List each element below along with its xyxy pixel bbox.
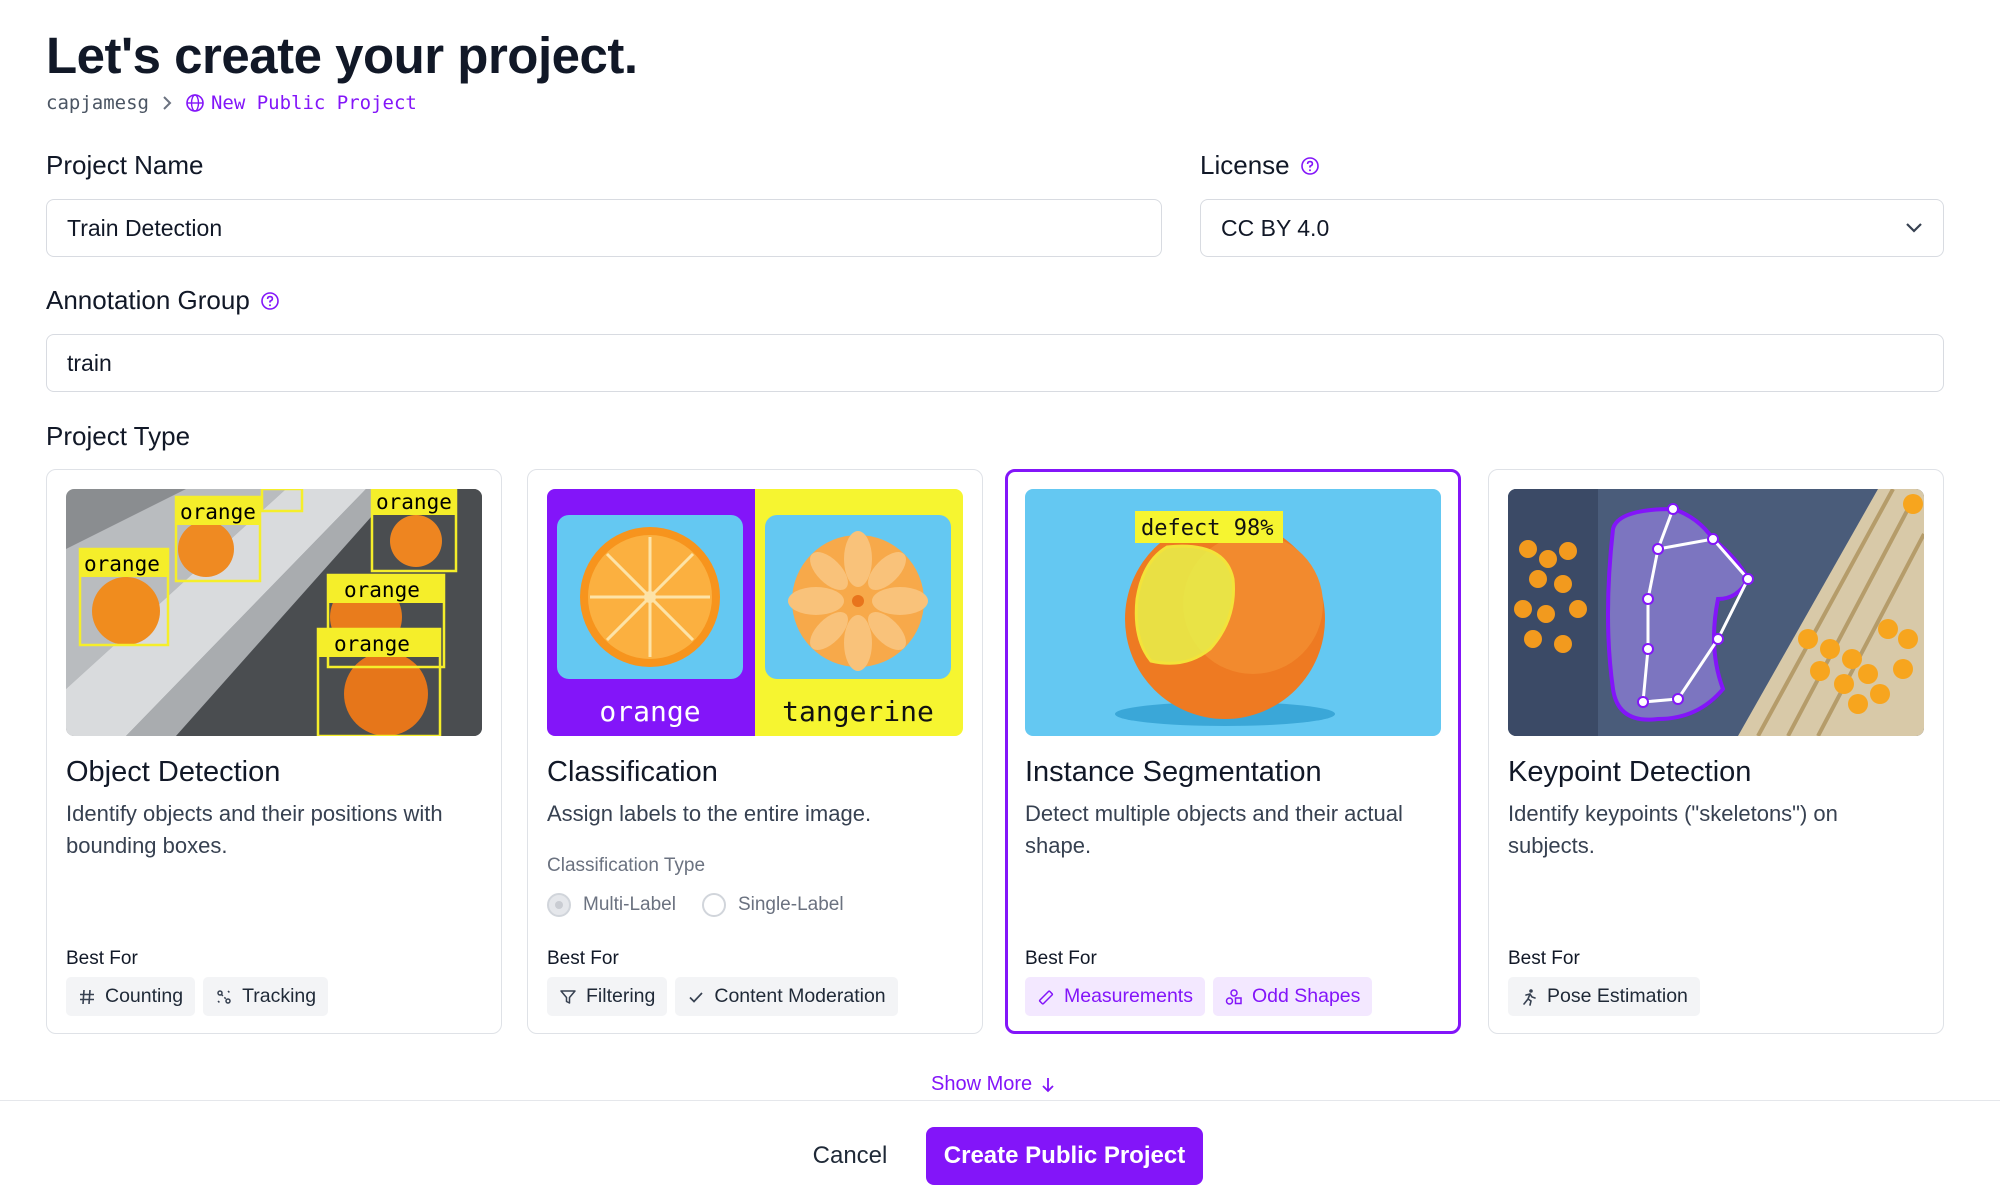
annotation-group-label: Annotation Group: [46, 285, 280, 316]
breadcrumb-owner-link[interactable]: capjamesg: [46, 92, 149, 114]
detection-label: orange: [344, 578, 420, 602]
segmentation-label: defect 98%: [1141, 516, 1273, 541]
card-title: Keypoint Detection: [1508, 756, 1752, 788]
card-description: Assign labels to the entire image.: [547, 801, 872, 826]
tag-odd-shapes: Odd Shapes: [1212, 977, 1373, 1016]
classification-image: orange tangerine: [547, 489, 963, 736]
best-for-tags: Filtering Content Moderation: [547, 977, 898, 1016]
detection-label: orange: [84, 552, 160, 576]
project-name-input[interactable]: Train Detection: [46, 199, 1162, 257]
radio-dot: [547, 893, 571, 917]
class-label-orange: orange: [599, 695, 700, 728]
chevron-right-icon: [161, 95, 173, 111]
radio-dot: [701, 893, 726, 917]
best-for-tags: Measurements Odd Shapes: [1025, 977, 1373, 1016]
create-public-project-button[interactable]: Create Public Project: [926, 1127, 1203, 1185]
project-type-card-keypoint-detection[interactable]: Keypoint Detection Identify keypoints ("…: [1488, 469, 1944, 1034]
project-name-label: Project Name: [46, 150, 204, 180]
tag-pose-estimation: Pose Estimation: [1508, 977, 1700, 1016]
detection-label: orange: [180, 500, 256, 524]
breadcrumb-project: New Public Project: [185, 92, 417, 114]
detection-label: orange: [334, 632, 410, 656]
project-type-card-instance-segmentation[interactable]: defect 98% Instance Segmentation Detect …: [1005, 469, 1461, 1034]
card-title: Instance Segmentation: [1025, 756, 1322, 788]
tag-filtering: Filtering: [547, 977, 668, 1016]
best-for-label: Best For: [1508, 948, 1580, 969]
filter-icon: [560, 989, 576, 1004]
help-icon[interactable]: [260, 291, 280, 311]
card-description: Detect multiple objects and their actual…: [1025, 801, 1403, 858]
keypoint-detection-image: [1508, 489, 1924, 736]
breadcrumb-project-label: New Public Project: [210, 92, 417, 114]
tag-content-moderation: Content Moderation: [675, 977, 898, 1016]
instance-segmentation-image: defect 98%: [1025, 489, 1441, 736]
globe-icon: [186, 94, 204, 112]
project-type-card-classification[interactable]: orange tangerine Classification Assign l…: [527, 469, 983, 1034]
classification-type-radios: Multi-Label Single-Label: [547, 893, 844, 917]
best-for-label: Best For: [547, 948, 619, 969]
tag-counting: Counting: [66, 977, 196, 1016]
card-description: Identify keypoints ("skeletons") on subj…: [1508, 801, 1838, 858]
arrow-down-icon: [1042, 1077, 1054, 1092]
card-description: Identify objects and their positions wit…: [66, 801, 443, 858]
radio-single-label[interactable]: Single-Label: [701, 893, 844, 917]
ruler-icon: [1038, 989, 1054, 1005]
page-title: Let's create your project.: [46, 27, 638, 84]
card-title: Object Detection: [66, 756, 281, 788]
cancel-button[interactable]: Cancel: [796, 1127, 904, 1185]
classification-type-label: Classification Type: [547, 855, 706, 876]
radio-multi-label[interactable]: Multi-Label: [547, 893, 676, 917]
tag-tracking: Tracking: [203, 977, 329, 1016]
project-type-label: Project Type: [46, 421, 191, 451]
footer-divider: [0, 1100, 2000, 1101]
help-icon[interactable]: [1300, 156, 1320, 176]
card-title: Classification: [547, 756, 718, 788]
chevron-down-icon: [1906, 223, 1922, 233]
project-type-card-object-detection[interactable]: orange orange orange orange orange Objec…: [46, 469, 502, 1034]
best-for-tags: Counting Tracking: [66, 977, 329, 1016]
license-label: License: [1200, 150, 1320, 181]
class-label-tangerine: tangerine: [782, 695, 934, 728]
detection-label: orange: [376, 490, 452, 514]
show-more-button[interactable]: Show More: [931, 1073, 1056, 1096]
person-running-icon: [1523, 988, 1536, 1006]
hash-icon: [80, 989, 94, 1004]
best-for-label: Best For: [66, 948, 138, 969]
annotation-group-input[interactable]: train: [46, 334, 1944, 392]
best-for-label: Best For: [1025, 948, 1097, 969]
breadcrumb: capjamesg New Public Project: [46, 92, 417, 114]
object-detection-image: orange orange orange orange orange: [66, 489, 482, 736]
tracking-icon: [217, 989, 231, 1004]
license-select[interactable]: CC BY 4.0: [1200, 199, 1944, 257]
check-icon: [689, 991, 703, 1003]
best-for-tags: Pose Estimation: [1508, 977, 1700, 1016]
tag-measurements: Measurements: [1025, 977, 1205, 1016]
shapes-icon: [1225, 988, 1242, 1005]
